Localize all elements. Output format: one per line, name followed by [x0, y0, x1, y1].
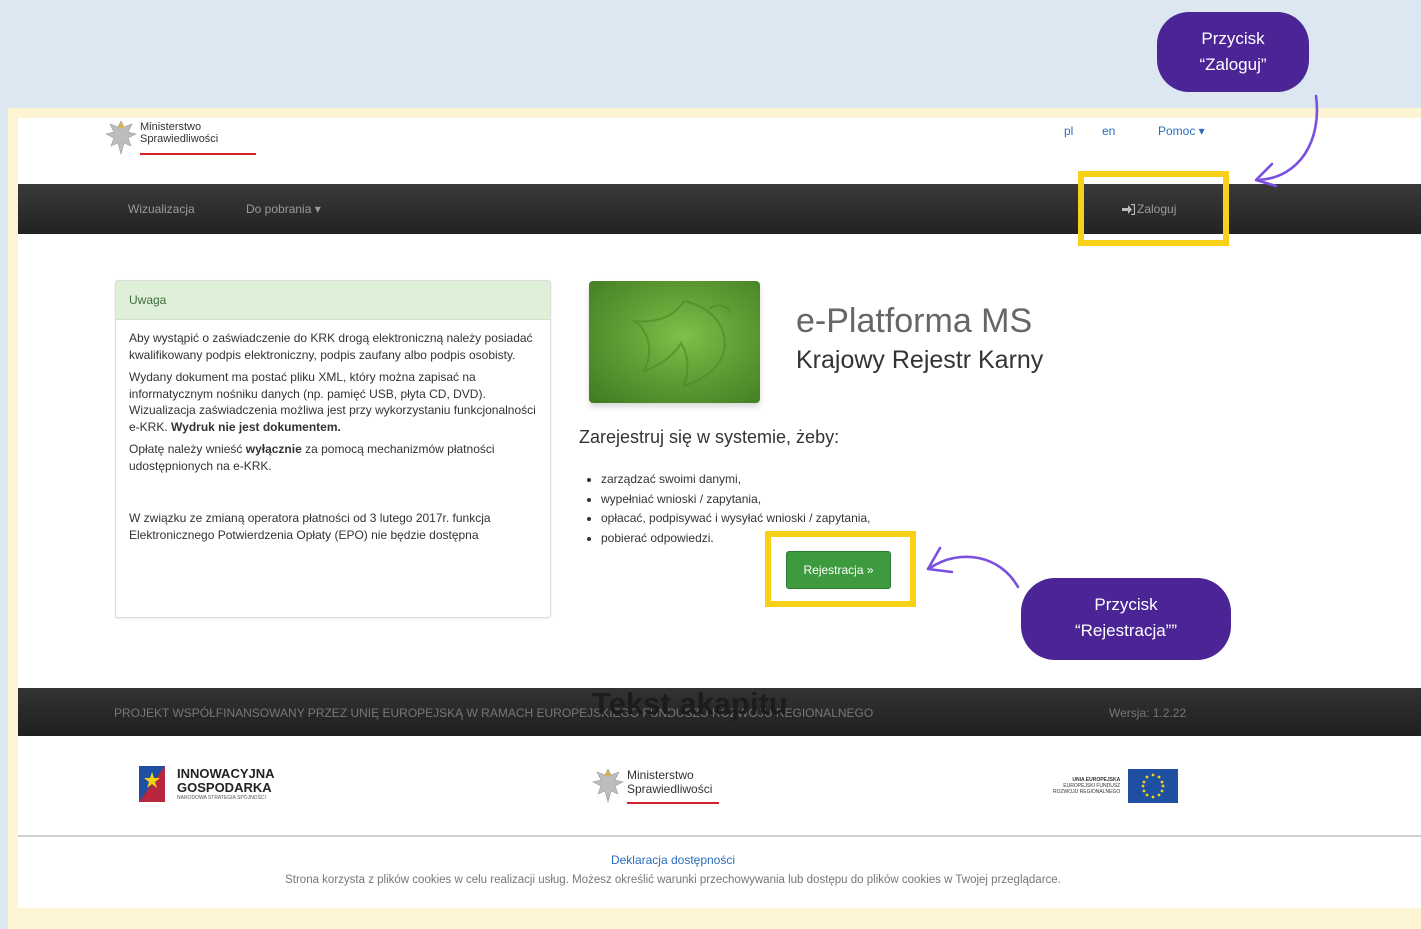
- notice-paragraph-4: W związku ze zmianą operatora płatności …: [129, 511, 491, 542]
- logo-line-1: Ministerstwo: [140, 121, 202, 133]
- benefit-item: zarządzać swoimi danymi,: [601, 470, 870, 490]
- notice-panel: Uwaga Aby wystąpić o zaświadczenie do KR…: [115, 280, 551, 618]
- login-highlight-box: [1078, 171, 1229, 246]
- notice-bold-warning: Wydruk nie jest dokumentem.: [171, 419, 341, 434]
- help-dropdown[interactable]: Pomoc ▾: [1158, 124, 1205, 138]
- ig-line-2: GOSPODARKA: [177, 780, 272, 795]
- nav-do-pobrania-dropdown[interactable]: Do pobrania ▾: [246, 202, 321, 216]
- innovative-economy-logo: INNOWACYJNA GOSPODARKA NARODOWA STRATEGI…: [135, 762, 275, 806]
- footer-separator: [18, 835, 1421, 837]
- logo-red-underline: [140, 153, 256, 155]
- innovation-star-icon: [139, 766, 165, 802]
- register-annotation-line-1: Przycisk: [1094, 595, 1158, 614]
- overlay-paragraph-text: Tekst akapitu: [592, 686, 788, 721]
- notice-paragraph-3: Opłatę należy wnieść wyłącznie za pomocą…: [129, 442, 495, 473]
- login-annotation-bubble: Przycisk “Zaloguj”: [1157, 12, 1309, 92]
- notice-paragraph-1: Aby wystąpić o zaświadczenie do KRK drog…: [129, 331, 533, 362]
- declaration-link-text[interactable]: Deklaracja dostępności: [611, 853, 735, 867]
- eagle-icon: [104, 118, 138, 158]
- notice-bold-only: wyłącznie: [245, 442, 302, 456]
- ig-line-1: INNOWACYJNA: [177, 766, 275, 781]
- accessibility-declaration-link: Deklaracja dostępności: [18, 853, 1328, 867]
- lang-en-link[interactable]: en: [1102, 124, 1115, 138]
- ministry-logo[interactable]: Ministerstwo Sprawiedliwości: [104, 118, 256, 158]
- lang-pl-link[interactable]: pl: [1064, 124, 1073, 138]
- notice-title: Uwaga: [116, 281, 550, 320]
- eu-line-3: ROZWOJU REGIONALNEGO: [1053, 789, 1121, 795]
- login-annotation-line-2: “Zaloguj”: [1199, 55, 1267, 74]
- logo-line-2: Sprawiedliwości: [140, 133, 219, 145]
- footer-ministry-logo: Ministerstwo Sprawiedliwości: [591, 766, 719, 806]
- eu-flag-icon: [1128, 769, 1179, 803]
- login-annotation-line-1: Przycisk: [1201, 29, 1265, 48]
- footer-logo-red-underline: [627, 802, 719, 804]
- register-annotation-bubble: Przycisk “Rejestracja””: [1021, 578, 1231, 660]
- notice-paragraph-2: Wydany dokument ma postać pliku XML, któ…: [129, 370, 536, 434]
- benefit-item: opłacać, podpisywać i wysyłać wnioski / …: [601, 509, 870, 529]
- register-heading: Zarejestruj się w systemie, żeby:: [579, 427, 840, 447]
- register-annotation-line-2: “Rejestracja””: [1074, 621, 1178, 640]
- platform-subtitle: Krajowy Rejestr Karny: [796, 346, 1044, 374]
- eu-fund-logo: UNIA EUROPEJSKA EUROPEJSKI FUNDUSZ ROZWO…: [1053, 769, 1179, 803]
- emblem-eagle-icon: [630, 299, 732, 388]
- eagle-emblem-image: [589, 281, 760, 403]
- nav-wizualizacja[interactable]: Wizualizacja: [128, 202, 195, 216]
- footer-logo-line-1: Ministerstwo: [627, 768, 694, 782]
- ig-line-3: NARODOWA STRATEGIA SPÓJNOŚCI: [177, 795, 266, 801]
- register-highlight-box: [765, 531, 916, 607]
- cookies-notice: Strona korzysta z plików cookies w celu …: [285, 874, 1061, 886]
- benefit-item: wypełniać wnioski / zapytania,: [601, 490, 870, 510]
- footer-eagle-icon: [591, 766, 625, 806]
- footer-logo-line-2: Sprawiedliwości: [627, 782, 713, 796]
- platform-title: e-Platforma MS: [796, 302, 1033, 340]
- version-label: Wersja: 1.2.22: [1109, 706, 1187, 720]
